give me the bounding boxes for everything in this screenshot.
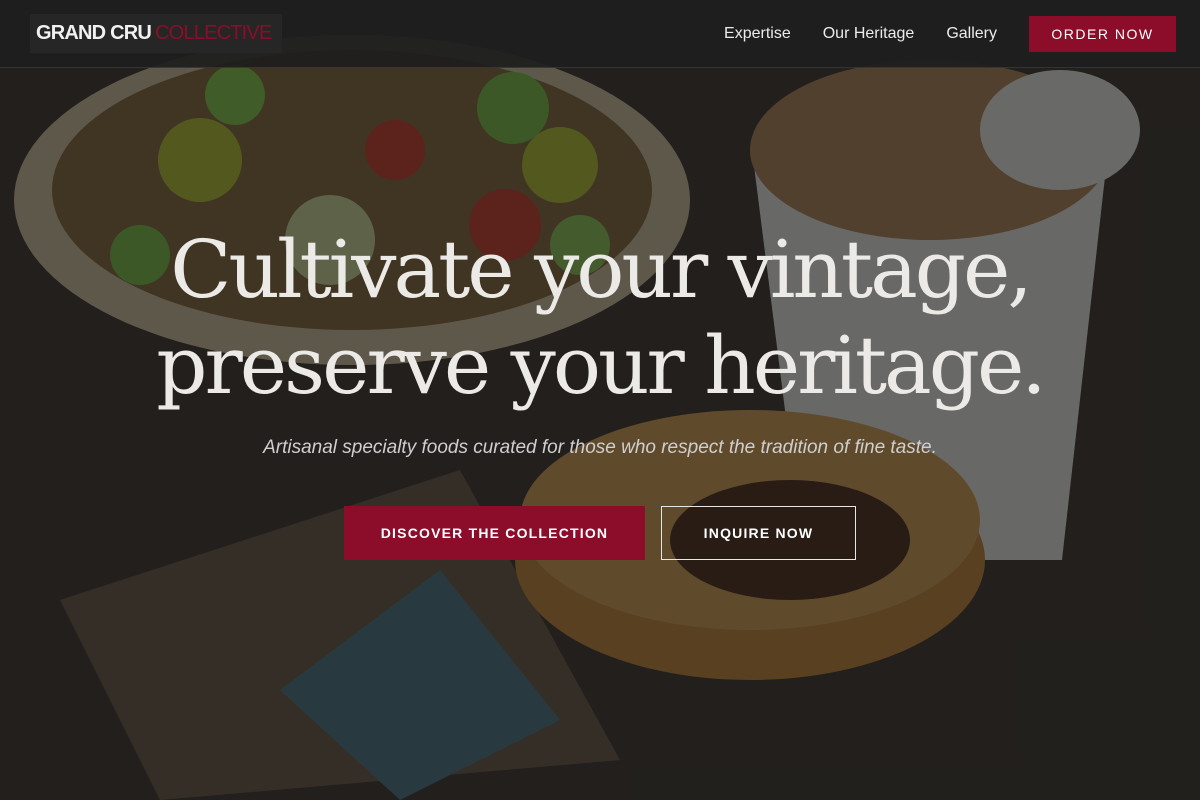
hero-subtitle: Artisanal specialty foods curated for th… [263,437,937,458]
hero-actions: DISCOVER THE COLLECTION INQUIRE NOW [344,506,856,560]
hero-title: Cultivate your vintage, preserve your he… [156,222,1046,414]
inquire-now-button[interactable]: INQUIRE NOW [661,506,856,560]
nav-link-our-heritage[interactable]: Our Heritage [823,25,915,43]
hero-title-line-2: preserve your heritage. [156,319,1046,412]
nav-link-expertise[interactable]: Expertise [724,25,791,43]
brand-name-accent: COLLECTIVE [155,22,272,44]
top-navbar: GRAND CRU COLLECTIVE Expertise Our Herit… [0,0,1200,68]
nav-link-gallery[interactable]: Gallery [946,25,997,43]
brand-logo[interactable]: GRAND CRU COLLECTIVE [30,14,282,53]
hero-section: Cultivate your vintage, preserve your he… [0,222,1200,560]
discover-collection-button[interactable]: DISCOVER THE COLLECTION [344,506,645,560]
order-now-button[interactable]: ORDER NOW [1029,15,1176,52]
nav-links: Expertise Our Heritage Gallery ORDER NOW [724,15,1176,52]
landing-page: GRAND CRU COLLECTIVE Expertise Our Herit… [0,0,1200,800]
brand-name-main: GRAND CRU [36,22,152,44]
hero-title-line-1: Cultivate your vintage, [170,223,1033,316]
